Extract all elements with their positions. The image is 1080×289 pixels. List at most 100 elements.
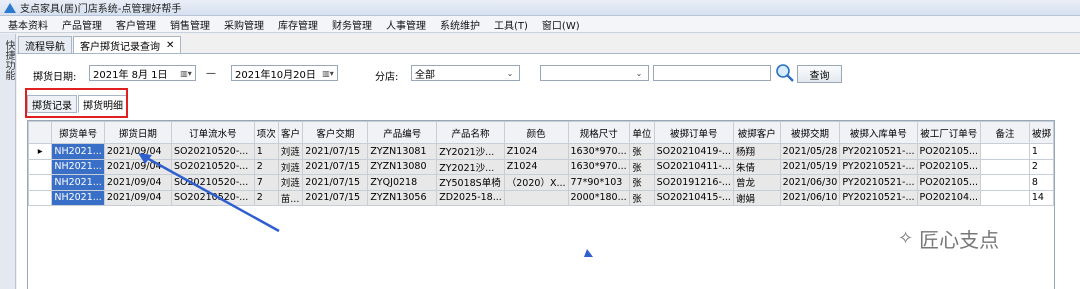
table-cell[interactable]: 2: [253, 158, 279, 175]
table-cell[interactable]: [980, 174, 1030, 191]
menu-finance[interactable]: 财务管理: [332, 17, 372, 32]
table-cell[interactable]: NH2021...: [51, 143, 105, 160]
table-cell[interactable]: 2: [253, 189, 279, 206]
table-cell[interactable]: PY20210521-...: [839, 189, 918, 206]
column-header[interactable]: 产品编号: [367, 121, 438, 144]
table-cell[interactable]: ZY2021沙...: [436, 158, 505, 175]
table-cell[interactable]: Z1024: [503, 143, 569, 160]
table-cell[interactable]: 7: [253, 174, 279, 191]
table-cell[interactable]: 2021/07/15: [302, 189, 369, 206]
column-header[interactable]: 被掷: [1028, 121, 1055, 144]
table-cell[interactable]: 苗...: [277, 189, 304, 206]
table-cell[interactable]: PY20210521-...: [839, 143, 918, 160]
table-cell[interactable]: 2: [1028, 158, 1055, 175]
table-cell[interactable]: NH2021...: [51, 189, 105, 206]
table-cell[interactable]: SO20210419-...: [653, 143, 734, 160]
table-cell[interactable]: （2020）X...: [503, 174, 569, 191]
table-cell[interactable]: PY20210521-...: [839, 158, 918, 175]
table-cell[interactable]: NH2021...: [51, 158, 105, 175]
table-cell[interactable]: ZY5018S单椅: [436, 174, 505, 191]
table-cell[interactable]: PO202105...: [916, 158, 982, 175]
query-button[interactable]: 查询: [797, 65, 842, 83]
table-row[interactable]: NH2021... 2021/09/04 SO20210520-... 7 刘涟 2021…: [27, 174, 1055, 191]
table-row[interactable]: NH2021... 2021/09/04 SO20210520-... 2 苗... 20…: [27, 189, 1055, 206]
table-cell[interactable]: 张: [629, 143, 655, 160]
column-header[interactable]: 备注: [980, 121, 1030, 144]
column-header[interactable]: 被掷订单号: [653, 121, 734, 144]
column-header[interactable]: 掷货单号: [51, 121, 105, 144]
row-header[interactable]: [27, 189, 53, 206]
store-select[interactable]: 全部 ⌄: [411, 65, 520, 81]
column-header[interactable]: 客户交期: [302, 121, 369, 144]
table-cell[interactable]: 2021/09/04: [103, 174, 172, 191]
table-cell[interactable]: 刘涟: [277, 143, 304, 160]
column-header[interactable]: 被掷交期: [779, 121, 841, 144]
table-cell[interactable]: 8: [1028, 174, 1055, 191]
table-cell[interactable]: 1630*970...: [567, 143, 631, 160]
table-cell[interactable]: 2021/06/10: [779, 189, 841, 206]
table-cell[interactable]: PY20210521-...: [839, 174, 918, 191]
table-cell[interactable]: 1630*970...: [567, 158, 631, 175]
filter-select-2[interactable]: ⌄: [540, 65, 649, 81]
row-header[interactable]: [27, 174, 53, 191]
table-cell[interactable]: SO20191216-...: [653, 174, 734, 191]
menu-purchase[interactable]: 采购管理: [224, 17, 264, 32]
table-cell[interactable]: [503, 189, 569, 206]
calendar-dropdown-icon[interactable]: ▥▾: [321, 68, 335, 78]
table-cell[interactable]: 1: [253, 143, 279, 160]
table-cell[interactable]: PO202104...: [916, 189, 982, 206]
column-header[interactable]: 规格尺寸: [567, 121, 631, 144]
calendar-dropdown-icon[interactable]: ▥▾: [179, 68, 193, 78]
table-cell[interactable]: 2000*180...: [567, 189, 631, 206]
keyword-input[interactable]: [653, 65, 771, 81]
column-header[interactable]: 产品名称: [436, 121, 505, 144]
menu-window[interactable]: 窗口(W): [542, 17, 580, 32]
column-header[interactable]: 单位: [629, 121, 655, 144]
table-cell[interactable]: ZYZN13056: [367, 189, 438, 206]
column-header[interactable]: 项次: [253, 121, 279, 144]
table-cell[interactable]: 2021/09/04: [103, 189, 172, 206]
table-cell[interactable]: 2021/06/30: [779, 174, 841, 191]
table-cell[interactable]: 14: [1028, 189, 1055, 206]
table-cell[interactable]: 杨翔: [732, 143, 781, 160]
table-cell[interactable]: 朱倩: [732, 158, 781, 175]
search-icon[interactable]: [775, 63, 795, 83]
table-cell[interactable]: 2021/07/15: [302, 174, 369, 191]
table-cell[interactable]: SO20210415-...: [653, 189, 734, 206]
column-header[interactable]: 订单流水号: [170, 121, 255, 144]
table-cell[interactable]: 2021/09/04: [103, 158, 172, 175]
table-cell[interactable]: 张: [629, 158, 655, 175]
table-cell[interactable]: Z1024: [503, 158, 569, 175]
menu-customer[interactable]: 客户管理: [116, 17, 156, 32]
table-cell[interactable]: [980, 158, 1030, 175]
table-row[interactable]: ▸ NH2021... 2021/09/04 SO20210520-... 1 刘涟 202…: [27, 143, 1055, 160]
table-cell[interactable]: 张: [629, 174, 655, 191]
table-cell[interactable]: ZYZN13080: [367, 158, 438, 175]
table-cell[interactable]: PO202105...: [916, 174, 982, 191]
table-cell[interactable]: ZYZN13081: [367, 143, 438, 160]
menu-product[interactable]: 产品管理: [62, 17, 102, 32]
table-cell[interactable]: 谢娟: [732, 189, 781, 206]
column-header[interactable]: 被掷入库单号: [839, 121, 918, 144]
table-cell[interactable]: 2021/07/15: [302, 143, 369, 160]
table-cell[interactable]: [980, 143, 1030, 160]
table-cell[interactable]: 2021/09/04: [103, 143, 172, 160]
table-cell[interactable]: 2021/07/15: [302, 158, 369, 175]
table-cell[interactable]: 刘涟: [277, 174, 304, 191]
row-header[interactable]: ▸: [27, 143, 53, 160]
column-header[interactable]: 被掷客户: [732, 121, 781, 144]
data-grid[interactable]: 掷货单号 掷货日期 订单流水号 项次 客户 客户交期 产品编号 产品名称 颜色 …: [27, 120, 1055, 289]
menu-tools[interactable]: 工具(T): [494, 17, 528, 32]
column-header[interactable]: 颜色: [503, 121, 569, 144]
table-cell[interactable]: SO20210411-...: [653, 158, 734, 175]
table-cell[interactable]: 2021/05/28: [779, 143, 841, 160]
table-cell[interactable]: SO20210520-...: [170, 143, 255, 160]
tab-customer-query[interactable]: 客户掷货记录查询 ✕: [73, 36, 182, 54]
table-cell[interactable]: 1: [1028, 143, 1055, 160]
table-cell[interactable]: 张: [629, 189, 655, 206]
row-header[interactable]: [27, 158, 53, 175]
date-from-picker[interactable]: 2021年 8月 1日 ▥▾: [89, 65, 196, 81]
table-cell[interactable]: ZY2021沙...: [436, 143, 505, 160]
chevron-down-icon[interactable]: ⌄: [632, 68, 646, 78]
table-cell[interactable]: ZYQJ0218: [367, 174, 438, 191]
